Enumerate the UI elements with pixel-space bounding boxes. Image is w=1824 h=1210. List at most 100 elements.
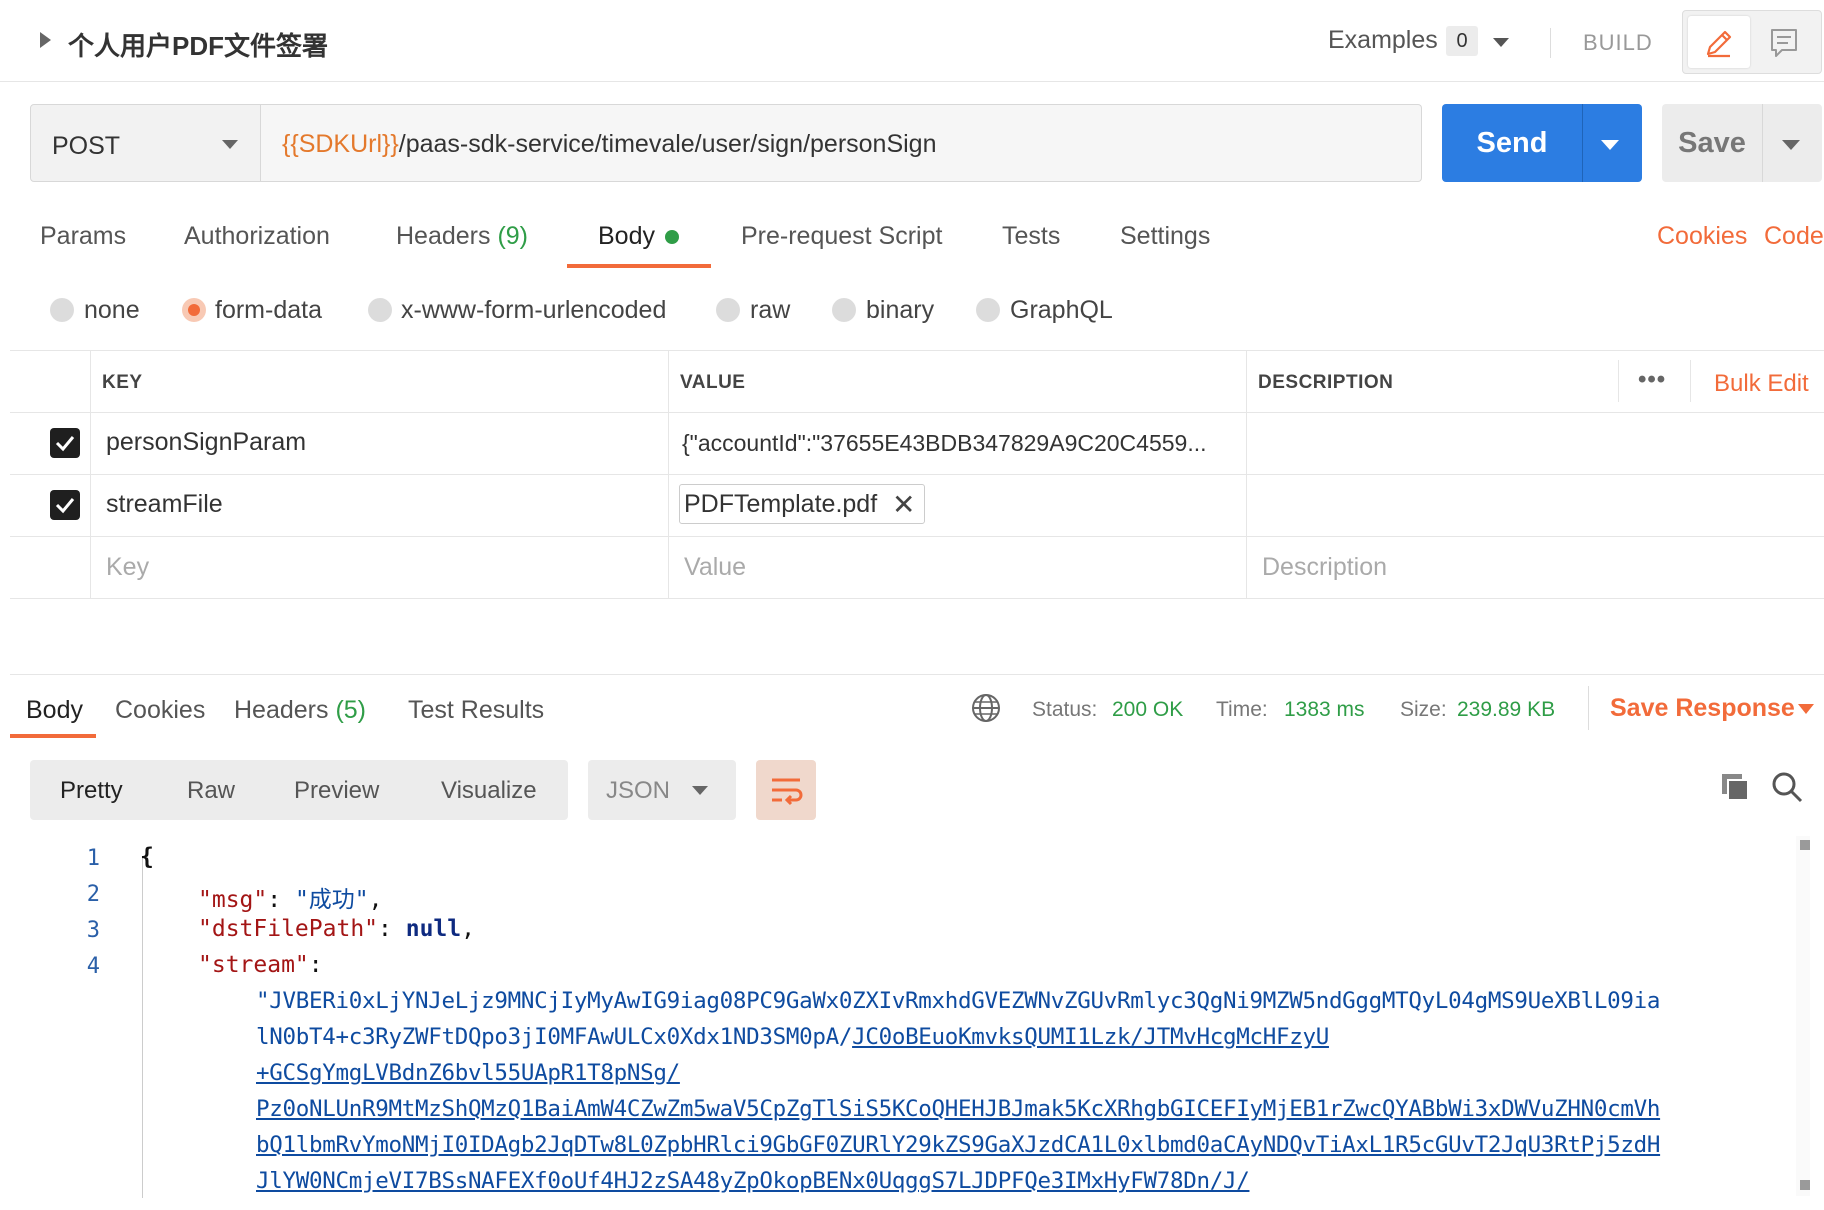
- stream-value-line[interactable]: "JVBERi0xLjYNJeLjz9MNCjIyMyAwIG9iag08PC9…: [256, 988, 1660, 1014]
- row-key[interactable]: streamFile: [106, 490, 223, 519]
- description-input[interactable]: Description: [1262, 553, 1387, 582]
- tab-headers-count: (9): [497, 222, 529, 250]
- radio-binary[interactable]: [832, 298, 856, 322]
- view-raw[interactable]: Raw: [187, 777, 235, 805]
- url-variable: {{SDKUrl}}: [282, 130, 399, 158]
- stream-segment: lN0bT4+c3RyZWFtDQpo3jI0MFAwULCx0Xdx1ND3S…: [256, 1024, 853, 1050]
- chevron-down-icon: [692, 786, 708, 795]
- code-line-dst[interactable]: "dstFilePath": null,: [198, 916, 475, 942]
- code-link[interactable]: Code: [1764, 222, 1824, 251]
- radio-none[interactable]: [50, 298, 74, 322]
- stream-link[interactable]: Pz0oNLUnR9MtMzShQMzQ1BaiAmW4CZwZm5waV5Cp…: [256, 1096, 1660, 1122]
- row-checkbox[interactable]: [50, 490, 80, 520]
- row-value[interactable]: {"accountId":"37655E43BDB347829A9C20C455…: [682, 430, 1238, 457]
- radio-raw[interactable]: [716, 298, 740, 322]
- radio-urlencoded[interactable]: [368, 298, 392, 322]
- key-input[interactable]: Key: [106, 553, 149, 582]
- examples-dropdown-icon[interactable]: [1493, 38, 1509, 47]
- scroll-up-arrow[interactable]: [1800, 840, 1810, 850]
- time-label: Time:: [1216, 698, 1268, 721]
- radio-urlencoded-label: x-www-form-urlencoded: [401, 296, 667, 324]
- status-label: Status:: [1032, 698, 1098, 721]
- column-header-key: KEY: [102, 372, 143, 393]
- stream-value-line[interactable]: lN0bT4+c3RyZWFtDQpo3jI0MFAwULCx0Xdx1ND3S…: [256, 1024, 1329, 1050]
- comment-icon: [1771, 29, 1797, 57]
- stream-link[interactable]: bQ1lbmRvYmoNMjI0IDAgb2JqDTw8L0ZpbHRlci9G…: [256, 1132, 1660, 1158]
- scroll-down-arrow[interactable]: [1800, 1180, 1810, 1190]
- response-tab-body[interactable]: Body: [26, 696, 83, 725]
- table-header-divider: [1690, 360, 1691, 402]
- table-border: [10, 350, 1824, 351]
- value-input[interactable]: Value: [684, 553, 746, 582]
- chevron-down-icon: [222, 140, 238, 149]
- status-value[interactable]: 200 OK: [1112, 698, 1183, 722]
- view-visualize[interactable]: Visualize: [441, 777, 537, 805]
- url-path: /paas-sdk-service/timevale/user/sign/per…: [398, 130, 937, 158]
- examples-label[interactable]: Examples: [1328, 26, 1438, 55]
- save-response-button[interactable]: Save Response: [1610, 694, 1795, 723]
- row-key[interactable]: personSignParam: [106, 428, 306, 457]
- chevron-down-icon: [1782, 140, 1800, 150]
- tab-headers-label: Headers: [396, 222, 491, 250]
- search-icon[interactable]: [1770, 770, 1804, 811]
- response-tab-headers[interactable]: Headers (5): [234, 696, 366, 725]
- edit-mode-button[interactable]: [1688, 16, 1750, 68]
- bulk-edit-link[interactable]: Bulk Edit: [1714, 370, 1809, 398]
- body-modified-dot: [665, 230, 679, 244]
- line-number: 4: [86, 954, 100, 979]
- active-response-tab-indicator: [10, 734, 96, 738]
- table-border: [10, 536, 1824, 537]
- table-border: [10, 474, 1824, 475]
- format-label: JSON: [606, 777, 671, 804]
- close-icon[interactable]: ✕: [892, 488, 915, 521]
- wrap-lines-button[interactable]: [756, 760, 816, 820]
- build-mode-label[interactable]: BUILD: [1583, 30, 1653, 56]
- request-title[interactable]: 个人用户PDF文件签署: [68, 26, 328, 63]
- table-column-divider: [90, 350, 91, 598]
- chevron-down-icon[interactable]: [1798, 704, 1814, 714]
- code-line-msg[interactable]: "msg": "成功",: [198, 880, 383, 914]
- stream-link[interactable]: +GCSgYmgLVBdnZ6bvl55UApR1T8pNSg/: [256, 1060, 680, 1086]
- save-button[interactable]: Save: [1662, 104, 1762, 182]
- collapse-caret-icon[interactable]: [40, 32, 51, 48]
- copy-icon[interactable]: [1718, 770, 1752, 811]
- checkmark-icon: [55, 436, 75, 452]
- column-header-description: DESCRIPTION: [1258, 372, 1394, 393]
- chevron-down-icon: [1601, 140, 1619, 150]
- tab-authorization[interactable]: Authorization: [184, 222, 330, 251]
- json-string: "成功": [294, 887, 369, 913]
- radio-none-label: none: [84, 296, 140, 324]
- tab-params[interactable]: Params: [40, 222, 126, 251]
- radio-raw-label: raw: [750, 296, 791, 324]
- response-tab-cookies[interactable]: Cookies: [115, 696, 205, 725]
- radio-graphql[interactable]: [976, 298, 1000, 322]
- tab-headers[interactable]: Headers (9): [396, 222, 528, 251]
- time-value[interactable]: 1383 ms: [1284, 698, 1365, 722]
- comments-button[interactable]: [1752, 16, 1816, 68]
- tab-settings[interactable]: Settings: [1120, 222, 1210, 251]
- view-preview[interactable]: Preview: [294, 777, 379, 805]
- tab-prerequest-script[interactable]: Pre-request Script: [741, 222, 942, 251]
- examples-count-badge: 0: [1446, 26, 1478, 56]
- stream-link[interactable]: JlYW0NCmjeVI7BSsNAFEXf0oUf4HJ2zSA48yZpOk…: [256, 1168, 1250, 1194]
- line-number: 3: [86, 918, 100, 943]
- send-button[interactable]: Send: [1442, 104, 1582, 182]
- view-pretty[interactable]: Pretty: [60, 777, 123, 805]
- response-divider: [10, 674, 1824, 675]
- cookies-link[interactable]: Cookies: [1657, 222, 1747, 251]
- json-key: "msg": [198, 887, 268, 913]
- row-checkbox[interactable]: [50, 428, 80, 458]
- method-label: POST: [52, 132, 121, 160]
- wrap-icon: [772, 778, 803, 806]
- code-scrollbar[interactable]: [1796, 836, 1810, 1196]
- tab-body[interactable]: Body: [598, 222, 655, 251]
- response-tab-headers-label: Headers: [234, 696, 329, 724]
- response-tab-test-results[interactable]: Test Results: [408, 696, 544, 725]
- radio-form-data[interactable]: [182, 298, 206, 322]
- stream-link[interactable]: JC0oBEuoKmvksQUMI1Lzk/JTMvHcgMcHFzyU: [852, 1024, 1329, 1050]
- tab-tests[interactable]: Tests: [1002, 222, 1060, 251]
- size-value[interactable]: 239.89 KB: [1457, 698, 1555, 722]
- globe-icon[interactable]: [970, 692, 1002, 731]
- code-line-stream[interactable]: "stream":: [198, 952, 323, 978]
- more-options-icon[interactable]: •••: [1638, 366, 1666, 394]
